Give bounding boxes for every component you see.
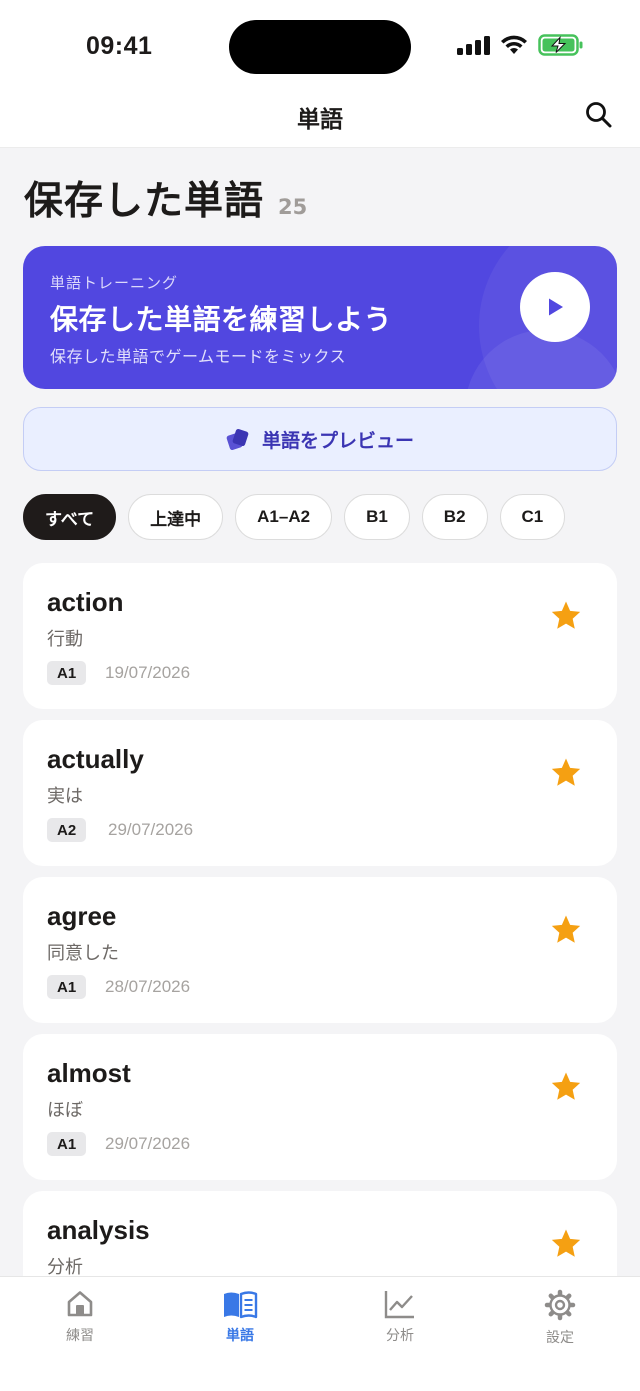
filter-b2[interactable]: B2 bbox=[421, 494, 488, 540]
chart-icon bbox=[384, 1291, 414, 1319]
book-icon bbox=[224, 1291, 258, 1319]
level-filters: すべて 上達中 A1–A2 B1 B2 C1 bbox=[23, 494, 566, 540]
word-term: actually bbox=[47, 744, 144, 774]
home-icon bbox=[67, 1291, 93, 1317]
star-icon[interactable] bbox=[549, 1227, 583, 1261]
filter-c1[interactable]: C1 bbox=[499, 494, 566, 540]
word-card[interactable]: almost ほぼ A1 29/07/2026 bbox=[23, 1034, 617, 1180]
preview-label: 単語をプレビュー bbox=[261, 429, 414, 452]
filter-all[interactable]: すべて bbox=[23, 494, 117, 540]
status-icons bbox=[457, 34, 584, 56]
word-meaning: 実は bbox=[47, 786, 83, 807]
training-subtitle: 保存した単語でゲームモードをミックス bbox=[50, 347, 347, 366]
saved-date: 29/07/2026 bbox=[108, 820, 194, 839]
saved-date: 28/07/2026 bbox=[105, 977, 191, 996]
star-icon[interactable] bbox=[549, 913, 583, 947]
saved-date: 19/07/2026 bbox=[105, 663, 191, 682]
play-button[interactable] bbox=[520, 272, 590, 342]
cellular-signal-icon bbox=[457, 35, 490, 55]
training-title: 保存した単語を練習しよう bbox=[50, 303, 393, 336]
gear-icon bbox=[544, 1289, 576, 1321]
search-icon[interactable] bbox=[584, 100, 614, 130]
tab-practice[interactable]: 練習 bbox=[0, 1277, 160, 1391]
word-list: action 行動 A1 19/07/2026 actually 実は A2 2… bbox=[23, 563, 617, 1348]
navigation-bar: 単語 bbox=[0, 92, 640, 148]
dynamic-island bbox=[229, 20, 411, 74]
wifi-icon bbox=[501, 35, 527, 54]
filter-improving[interactable]: 上達中 bbox=[128, 494, 224, 540]
level-badge: A1 bbox=[47, 661, 87, 685]
play-icon bbox=[549, 298, 563, 316]
word-card[interactable]: agree 同意した A1 28/07/2026 bbox=[23, 877, 617, 1023]
level-badge: A2 bbox=[47, 818, 87, 842]
cards-icon bbox=[226, 429, 249, 450]
tab-settings[interactable]: 設定 bbox=[480, 1277, 640, 1391]
word-term: agree bbox=[47, 901, 117, 931]
nav-title: 単語 bbox=[297, 107, 343, 133]
filter-a1-a2[interactable]: A1–A2 bbox=[235, 494, 333, 540]
saved-date: 29/07/2026 bbox=[105, 1134, 191, 1153]
saved-count: 25 bbox=[278, 195, 308, 219]
word-term: action bbox=[47, 587, 124, 617]
tab-label: 単語 bbox=[226, 1328, 254, 1344]
tab-label: 練習 bbox=[66, 1328, 94, 1344]
word-meaning: 行動 bbox=[47, 629, 83, 650]
tab-label: 設定 bbox=[546, 1330, 574, 1346]
tab-words[interactable]: 単語 bbox=[160, 1277, 320, 1391]
word-meaning: 同意した bbox=[47, 943, 119, 964]
word-term: almost bbox=[47, 1058, 131, 1088]
preview-words-button[interactable]: 単語をプレビュー bbox=[23, 407, 617, 471]
word-meaning: ほぼ bbox=[47, 1100, 83, 1121]
word-term: analysis bbox=[47, 1215, 150, 1245]
level-badge: A1 bbox=[47, 1132, 87, 1156]
star-icon[interactable] bbox=[549, 756, 583, 790]
page-title: 保存した単語 bbox=[24, 179, 265, 224]
word-card[interactable]: action 行動 A1 19/07/2026 bbox=[23, 563, 617, 709]
word-card[interactable]: actually 実は A2 29/07/2026 bbox=[23, 720, 617, 866]
status-bar: 09:41 bbox=[0, 0, 640, 92]
level-badge: A1 bbox=[47, 975, 87, 999]
battery-charging-icon bbox=[538, 34, 583, 56]
tab-label: 分析 bbox=[386, 1328, 414, 1344]
filter-b1[interactable]: B1 bbox=[344, 494, 410, 540]
training-card[interactable]: 単語トレーニング 保存した単語を練習しよう 保存した単語でゲームモードをミックス bbox=[23, 246, 617, 389]
tab-analysis[interactable]: 分析 bbox=[320, 1277, 480, 1391]
star-icon[interactable] bbox=[549, 1070, 583, 1104]
page-header: 保存した単語 25 bbox=[24, 170, 307, 226]
status-time: 09:41 bbox=[86, 32, 153, 60]
training-eyebrow: 単語トレーニング bbox=[50, 274, 179, 292]
tab-bar: 練習 単語 分析 設定 bbox=[0, 1276, 640, 1391]
star-icon[interactable] bbox=[549, 599, 583, 633]
